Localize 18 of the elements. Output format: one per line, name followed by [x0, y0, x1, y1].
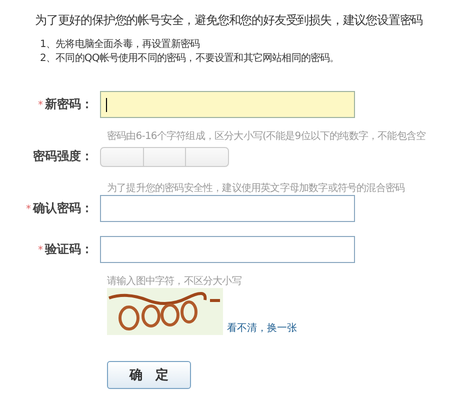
refresh-captcha-link[interactable]: 看不清，换一张	[227, 321, 297, 335]
input-field[interactable]	[100, 195, 355, 222]
input-field[interactable]	[100, 91, 355, 118]
confirm-button[interactable]: 确 定	[107, 361, 191, 389]
required-mark: *	[26, 204, 31, 215]
tip-text: 1、先将电脑全面杀毒，再设置新密码	[40, 38, 201, 52]
intro-text: 为了更好的保护您的帐号安全，避免您和您的好友受到损失，建议您设置密码	[35, 12, 424, 29]
required-mark: *	[38, 100, 43, 111]
field-label: 确认密码：	[33, 201, 93, 215]
field-label: 验证码：	[45, 242, 93, 256]
hint-text: 请输入图中字符，不区分大小写	[107, 276, 242, 287]
field-label: 密码强度：	[33, 149, 93, 163]
hint-text: 密码由6-16个字符组成，区分大小写(不能是9位以下的纯数字，不能包含空	[107, 131, 426, 142]
input-field[interactable]	[100, 236, 355, 263]
hint-text: 为了提升您的密码安全性，建议使用英文字母加数字或符号的混合密码	[107, 183, 405, 194]
required-mark: *	[38, 245, 43, 256]
tip-text: 2、不同的QQ帐号使用不同的密码，不要设置和其它网站相同的密码。	[40, 52, 340, 66]
field-label: 新密码：	[45, 97, 93, 111]
